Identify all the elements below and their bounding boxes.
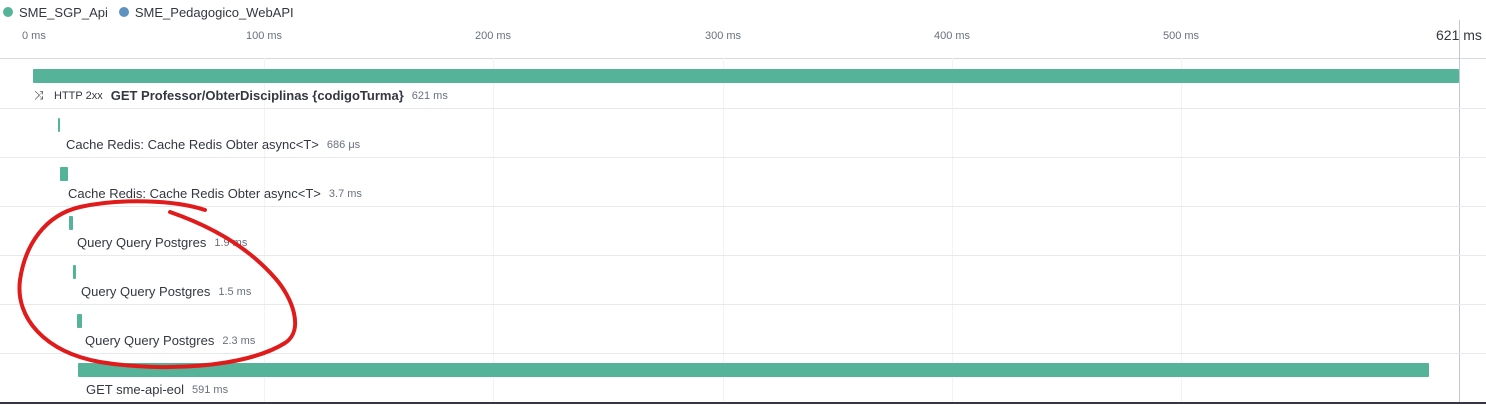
span-name: Cache Redis: Cache Redis Obter async<T> [68,186,321,201]
span-duration: 1.9 ms [214,236,248,249]
legend-dot-icon [118,7,129,17]
timeline-axis: 0 ms 100 ms 200 ms 300 ms 400 ms 500 ms … [0,24,1486,58]
span-duration: 621 ms [411,89,448,102]
span-name: Query Query Postgres [77,235,207,250]
span-bar[interactable] [69,216,73,230]
span-label: Cache Redis: Cache Redis Obter async<T> … [66,137,360,152]
span-row[interactable]: Query Query Postgres 1.5 ms [0,255,1486,305]
tick-label: 100 ms [245,30,283,42]
span-duration: 2.3 ms [222,334,256,347]
span-row[interactable]: GET sme-api-eol 591 ms [0,353,1486,402]
tick-label: 200 ms [474,30,512,42]
http-status-badge: HTTP 2xx [54,89,103,102]
span-name: Query Query Postgres [85,333,215,348]
span-bar[interactable] [73,265,76,279]
tick-label: 300 ms [704,30,742,42]
span-duration: 591 ms [192,383,229,396]
tick-label: 0 ms [22,30,46,42]
span-row[interactable]: Cache Redis: Cache Redis Obter async<T> … [0,108,1486,158]
span-bar[interactable] [77,314,82,328]
span-bar[interactable] [58,118,60,132]
span-row[interactable]: ⤨ HTTP 2xx GET Professor/ObterDisciplina… [0,59,1486,109]
http-merge-icon: ⤨ [34,88,44,102]
span-label: Cache Redis: Cache Redis Obter async<T> … [68,186,362,201]
legend-item-sme-sgp-api[interactable]: SME_SGP_Api [0,5,108,20]
span-duration: 1.5 ms [218,285,252,298]
span-bar[interactable] [33,69,1459,83]
span-duration: 686 μs [326,138,361,151]
legend-item-sme-pedagogico-webapi[interactable]: SME_Pedagogico_WebAPI [116,5,294,20]
span-label: Query Query Postgres 2.3 ms [85,333,255,348]
span-label: ⤨ HTTP 2xx GET Professor/ObterDisciplina… [34,88,448,103]
span-row[interactable]: Query Query Postgres 2.3 ms [0,304,1486,354]
span-row[interactable]: Query Query Postgres 1.9 ms [0,206,1486,256]
bottom-border [0,402,1486,404]
legend-label: SME_Pedagogico_WebAPI [134,4,294,20]
legend-dot-icon [3,7,13,17]
span-name: Query Query Postgres [81,284,211,299]
tick-label: 400 ms [933,30,971,42]
span-row[interactable]: Cache Redis: Cache Redis Obter async<T> … [0,157,1486,207]
span-bar[interactable] [60,167,68,181]
service-legend: SME_SGP_Api SME_Pedagogico_WebAPI [0,0,302,24]
legend-label: SME_SGP_Api [19,4,108,20]
span-label: Query Query Postgres 1.5 ms [81,284,251,299]
tick-label: 500 ms [1162,30,1200,42]
span-label: Query Query Postgres 1.9 ms [77,235,247,250]
span-name: GET Professor/ObterDisciplinas {codigoTu… [110,88,404,103]
span-duration: 3.7 ms [328,187,362,200]
span-label: GET sme-api-eol 591 ms [86,382,228,397]
span-name: GET sme-api-eol [86,382,185,397]
span-bar[interactable] [78,363,1429,377]
span-name: Cache Redis: Cache Redis Obter async<T> [66,137,319,152]
